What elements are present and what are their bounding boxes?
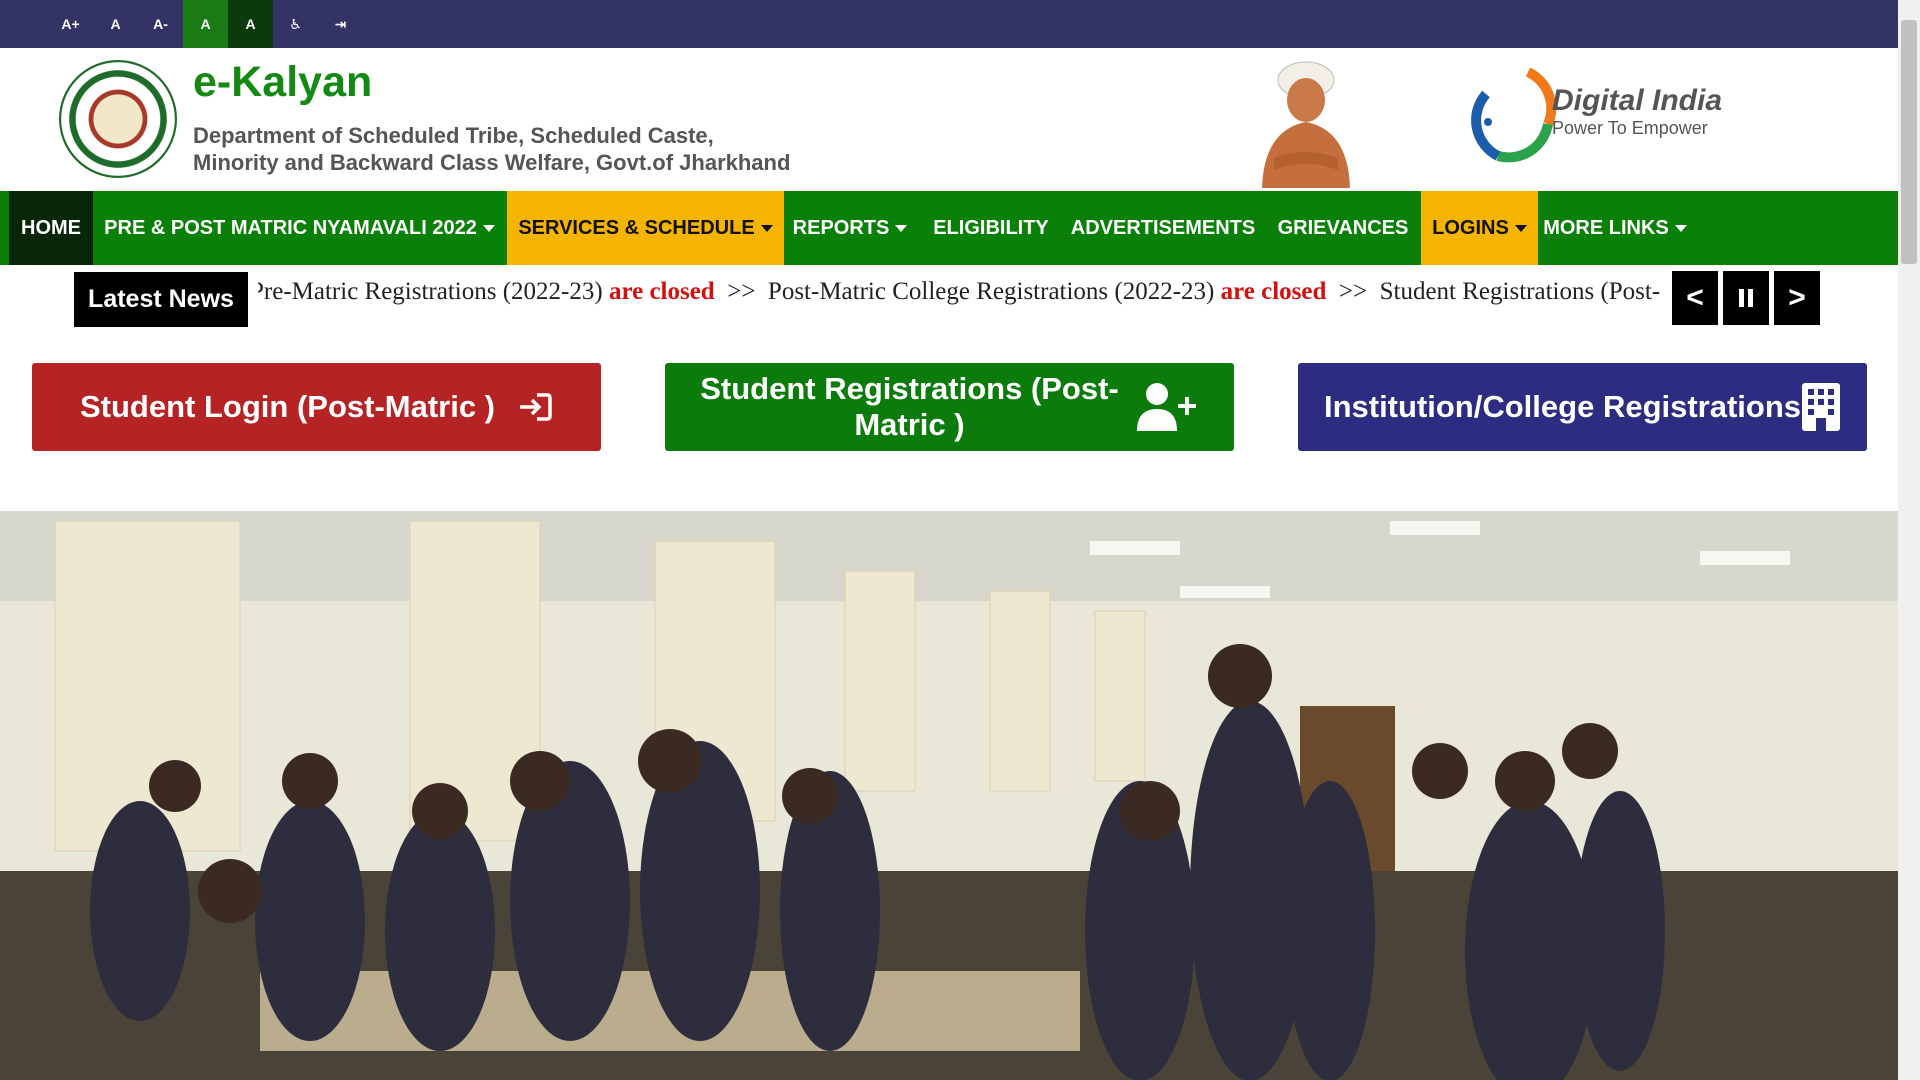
news-item-text: Student Registrations (Post-Matric) <box>1379 278 1660 305</box>
birsa-munda-illustration <box>1262 61 1350 188</box>
latest-news-label: Latest News <box>74 272 248 327</box>
font-decrease-button[interactable]: A- <box>138 0 183 48</box>
nav-nyamavali[interactable]: PRE & POST MATRIC NYAMAVALI 2022 <box>93 191 506 265</box>
news-separator: >> <box>1338 278 1368 305</box>
nav-nyamavali-label: PRE & POST MATRIC NYAMAVALI 2022 <box>104 216 477 239</box>
institution-registration-button[interactable]: Institution/College Registrations <box>1298 363 1867 451</box>
news-item[interactable]: Post-Matric College Registrations (2022-… <box>768 278 1326 305</box>
student-login-label: Student Login (Post-Matric ) <box>79 389 496 424</box>
news-separator: >> <box>727 278 756 305</box>
nav-home-label: HOME <box>21 216 81 239</box>
hero-banner-image <box>0 511 1898 1080</box>
department-name: Department of Scheduled Tribe, Scheduled… <box>193 122 790 176</box>
nav-advertisements[interactable]: ADVERTISEMENTS <box>1062 191 1264 265</box>
accessibility-icon[interactable]: ♿ <box>273 0 318 48</box>
theme-dark-button[interactable]: A <box>228 0 273 48</box>
digital-india-tagline: Power To Empower <box>1552 118 1708 138</box>
chevron-down-icon <box>895 224 908 232</box>
nav-reports-label: REPORTS <box>792 216 890 239</box>
nav-services-schedule[interactable]: SERVICES & SCHEDULE <box>507 191 784 265</box>
news-item-status: are closed <box>608 278 715 305</box>
font-increase-button[interactable]: A+ <box>48 0 93 48</box>
nav-home[interactable]: HOME <box>9 191 93 265</box>
chevron-down-icon <box>1514 224 1527 232</box>
hero-photo-placeholder <box>0 511 1898 1080</box>
ticker-prev-button[interactable]: < <box>1672 271 1718 325</box>
news-item[interactable]: Pre-Matric Registrations (2022-23) are c… <box>258 278 715 305</box>
sign-in-icon <box>520 393 552 421</box>
student-registration-button[interactable]: Student Registrations (Post- Matric ) <box>665 363 1234 451</box>
nav-services-label: SERVICES & SCHEDULE <box>518 216 755 239</box>
department-line-1: Department of Scheduled Tribe, Scheduled… <box>193 123 714 148</box>
chevron-down-icon <box>760 224 773 232</box>
news-item-text: Pre-Matric Registrations (2022-23) <box>258 278 603 305</box>
jharkhand-emblem-logo[interactable] <box>59 60 177 178</box>
nav-eligibility[interactable]: ELIGIBILITY <box>922 191 1060 265</box>
font-normal-button[interactable]: A <box>93 0 138 48</box>
department-line-2: Minority and Backward Class Welfare, Gov… <box>193 150 791 175</box>
digital-india-title: Digital India <box>1552 84 1723 117</box>
digital-india-logo-icon[interactable] <box>1468 64 1558 164</box>
ticker-next-button[interactable]: > <box>1774 271 1820 325</box>
main-nav: HOME PRE & POST MATRIC NYAMAVALI 2022 SE… <box>0 191 1898 265</box>
student-login-button[interactable]: Student Login (Post-Matric ) <box>32 363 601 451</box>
nav-more-links-label: MORE LINKS <box>1543 216 1669 239</box>
user-plus-icon <box>1136 383 1196 431</box>
nav-advertisements-label: ADVERTISEMENTS <box>1070 216 1256 239</box>
theme-light-button[interactable]: A <box>183 0 228 48</box>
nav-logins[interactable]: LOGINS <box>1421 191 1538 265</box>
news-item-status: are closed <box>1220 278 1327 305</box>
site-header: e-Kalyan Department of Scheduled Tribe, … <box>0 48 1898 191</box>
news-item[interactable]: Student Registrations (Post-Matric) <box>1380 278 1660 305</box>
nav-logins-label: LOGINS <box>1432 216 1509 239</box>
pause-icon <box>1739 289 1753 307</box>
site-title[interactable]: e-Kalyan <box>193 58 372 107</box>
chevron-down-icon <box>1674 224 1687 232</box>
news-ticker-track: Pre-Matric Registrations (2022-23) are c… <box>258 278 1660 306</box>
institution-registration-label: Institution/College Registrations <box>1323 389 1802 424</box>
news-item-text: Post-Matric College Registrations (2022-… <box>767 278 1215 305</box>
skip-to-content-icon[interactable]: ⇥ <box>318 0 363 48</box>
building-icon <box>1802 383 1841 431</box>
ticker-pause-button[interactable] <box>1723 271 1769 325</box>
nav-eligibility-label: ELIGIBILITY <box>933 216 1049 239</box>
news-ticker: Pre-Matric Registrations (2022-23) are c… <box>258 270 1660 320</box>
student-registration-label: Student Registrations (Post- Matric ) <box>700 371 1119 443</box>
student-registration-line-1: Student Registrations (Post- <box>700 371 1119 406</box>
scrollbar-thumb[interactable] <box>1901 20 1917 264</box>
nav-grievances[interactable]: GRIEVANCES <box>1268 191 1418 265</box>
chevron-down-icon <box>482 224 495 232</box>
nav-reports[interactable]: REPORTS <box>785 191 915 265</box>
nav-more-links[interactable]: MORE LINKS <box>1540 191 1690 265</box>
student-registration-line-2: Matric ) <box>854 407 965 442</box>
nav-grievances-label: GRIEVANCES <box>1277 216 1409 239</box>
accessibility-bar: A+ A A- A A ♿ ⇥ <box>0 0 1898 48</box>
